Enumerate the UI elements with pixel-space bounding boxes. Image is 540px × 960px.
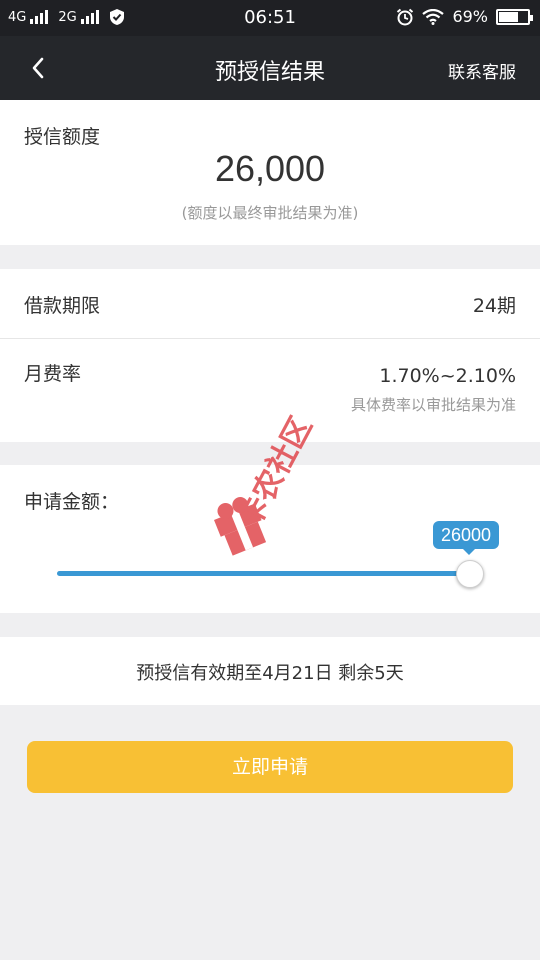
loan-terms-card: 借款期限 24期 月费率 1.70%~2.10% 具体费率以审批结果为准 bbox=[0, 269, 540, 442]
contact-service-link[interactable]: 联系客服 bbox=[448, 58, 516, 83]
monthly-rate-note: 具体费率以审批结果为准 bbox=[350, 396, 516, 414]
monthly-rate-row: 月费率 1.70%~2.10% 具体费率以审批结果为准 bbox=[0, 339, 540, 442]
amount-slider-track[interactable] bbox=[57, 571, 469, 576]
apply-now-button[interactable]: 立即申请 bbox=[27, 741, 513, 793]
battery-fill bbox=[499, 11, 518, 22]
amount-slider-thumb[interactable] bbox=[456, 560, 484, 588]
loan-period-row: 借款期限 24期 bbox=[0, 269, 540, 339]
battery-icon bbox=[496, 8, 533, 25]
credit-limit-label: 授信额度 bbox=[24, 126, 101, 148]
validity-card: 预授信有效期至4月21日 剩余5天 bbox=[0, 637, 540, 705]
loan-period-label: 借款期限 bbox=[24, 295, 101, 317]
monthly-rate-label: 月费率 bbox=[24, 363, 82, 385]
status-bar: 4G 2G 06:51 69% bbox=[0, 0, 540, 36]
alarm-icon bbox=[397, 8, 414, 25]
nav-bar: 预授信结果 联系客服 bbox=[0, 36, 540, 100]
apply-amount-label: 申请金额： bbox=[24, 491, 120, 513]
validity-text: 预授信有效期至4月21日 剩余5天 bbox=[136, 663, 404, 684]
credit-limit-card: 授信额度 26,000 (额度以最终审批结果为准) bbox=[0, 100, 540, 245]
credit-limit-note: (额度以最终审批结果为准) bbox=[181, 204, 359, 222]
slider-value-tooltip: 26000 bbox=[433, 521, 500, 555]
wifi-icon bbox=[422, 8, 445, 25]
monthly-rate-value: 1.70%~2.10% bbox=[379, 365, 516, 387]
battery-percent: 69% bbox=[452, 7, 488, 26]
status-right: 69% bbox=[396, 7, 533, 26]
loan-period-value: 24期 bbox=[472, 295, 516, 317]
apply-amount-card: 申请金额： 26000 bbox=[0, 465, 540, 613]
credit-limit-amount: 26,000 bbox=[214, 148, 326, 189]
